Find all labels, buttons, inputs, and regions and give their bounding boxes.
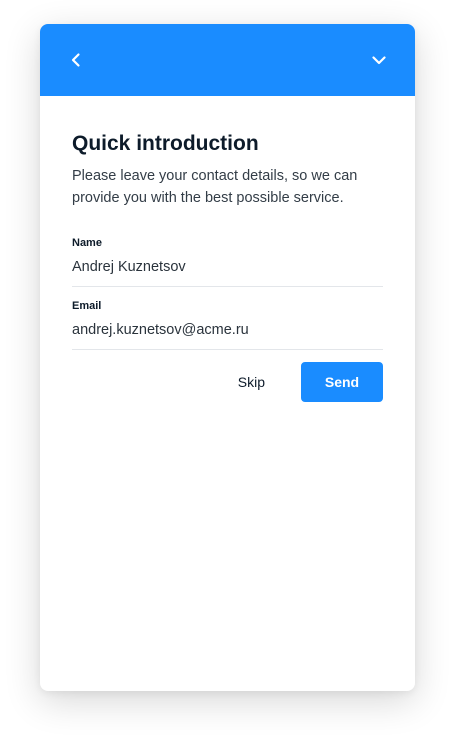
email-field-group: Email (72, 299, 383, 350)
back-button[interactable] (62, 46, 90, 74)
skip-button[interactable]: Skip (238, 374, 265, 390)
collapse-button[interactable] (365, 46, 393, 74)
chat-widget: Quick introduction Please leave your con… (40, 24, 415, 691)
name-field-group: Name (72, 236, 383, 287)
name-label: Name (72, 237, 102, 249)
chevron-down-icon (372, 56, 386, 65)
widget-header (40, 24, 415, 96)
send-button[interactable]: Send (301, 362, 383, 402)
intro-form: Quick introduction Please leave your con… (72, 96, 383, 402)
intro-description: Please leave your contact details, so we… (72, 168, 358, 206)
form-actions: Skip Send (72, 362, 383, 402)
chevron-left-icon (71, 53, 80, 67)
name-input[interactable] (72, 257, 383, 277)
email-input[interactable] (72, 320, 383, 340)
email-label: Email (72, 300, 102, 312)
page-title: Quick introduction (72, 132, 259, 155)
